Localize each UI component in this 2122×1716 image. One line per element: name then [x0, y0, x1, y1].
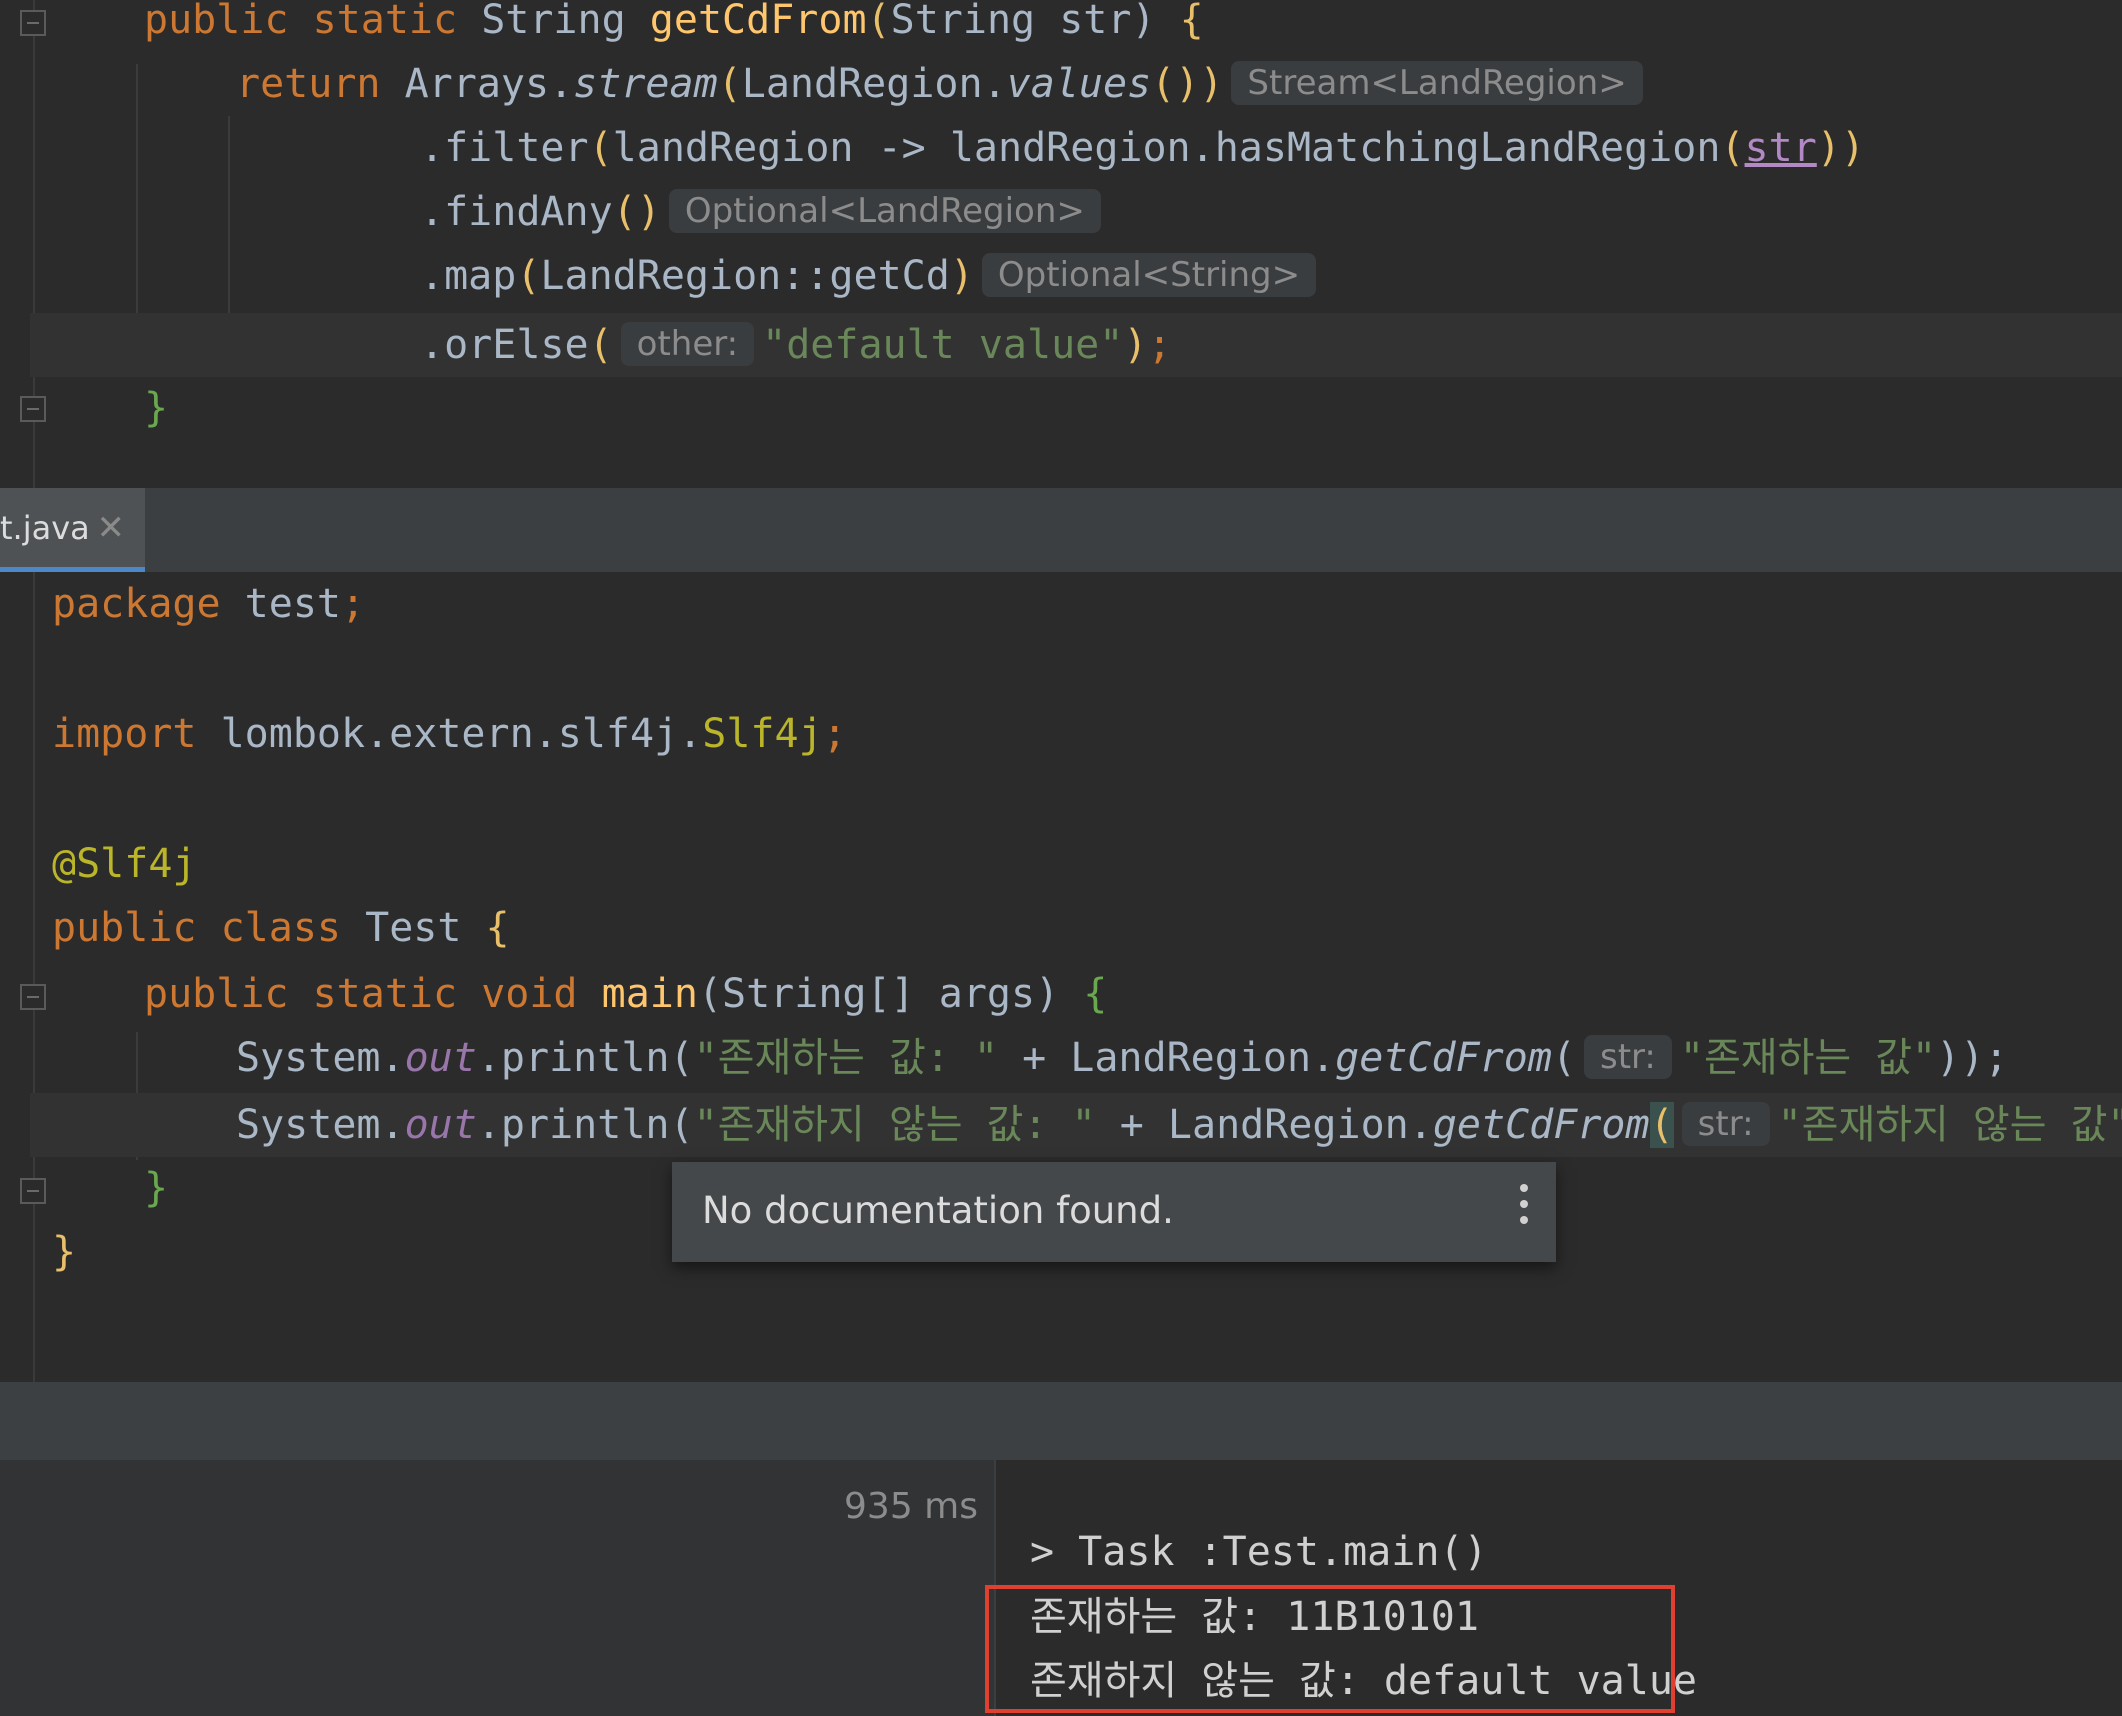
code-line-return[interactable]: return Arrays.stream(LandRegion.values()…: [236, 52, 1651, 116]
run-duration: 935 ms: [844, 1486, 978, 1527]
tab-label: t.java: [0, 509, 90, 547]
fold-marker-icon[interactable]: [20, 1178, 46, 1204]
code-line-close-brace: }: [144, 1165, 169, 1211]
close-icon[interactable]: ✕: [97, 488, 126, 568]
code-line-println-exists[interactable]: System.out.println("존재하는 값: " + LandRegi…: [236, 1026, 2008, 1090]
code-line-annotation[interactable]: @Slf4j: [52, 832, 197, 896]
inlay-hint-other: other:: [620, 322, 755, 366]
tab-test-java[interactable]: t.java ✕: [0, 488, 145, 572]
inlay-hint-str: str:: [1681, 1102, 1770, 1146]
popup-message: No documentation found.: [702, 1189, 1174, 1232]
run-toolbar-strip: [0, 1382, 2122, 1460]
console-task-line: > Task :Test.main(): [1030, 1529, 1488, 1575]
gutter-line: [33, 572, 35, 1382]
code-line-class[interactable]: public class Test {: [52, 896, 510, 960]
code-line-close-brace: }: [52, 1229, 77, 1275]
code-line-signature[interactable]: public static String getCdFrom(String st…: [144, 0, 1204, 52]
run-tree-pane[interactable]: 935 ms: [0, 1460, 996, 1716]
fold-marker-icon[interactable]: [20, 984, 46, 1010]
more-options-icon[interactable]: [1520, 1184, 1530, 1240]
code-line-import[interactable]: import lombok.extern.slf4j.Slf4j;: [52, 702, 847, 766]
editor-tab-bar: t.java ✕: [0, 488, 2122, 572]
highlight-box: [985, 1585, 1675, 1713]
inlay-hint-optional-landregion: Optional<LandRegion>: [668, 189, 1101, 233]
inlay-hint-str: str:: [1584, 1035, 1672, 1079]
code-line-close-brace: }: [144, 385, 169, 431]
code-line-package[interactable]: package test;: [52, 572, 365, 636]
documentation-popup[interactable]: No documentation found.: [672, 1162, 1556, 1262]
top-editor-pane[interactable]: public static String getCdFrom(String st…: [0, 0, 2122, 488]
code-line-filter[interactable]: .filter(landRegion -> landRegion.hasMatc…: [420, 116, 1865, 180]
code-line-findany[interactable]: .findAny() Optional<LandRegion>: [420, 180, 1109, 244]
inlay-hint-optional-string: Optional<String>: [981, 253, 1317, 297]
code-line-main[interactable]: public static void main(String[] args) {: [144, 962, 1107, 1026]
code-line-map[interactable]: .map(LandRegion::getCd) Optional<String>: [420, 244, 1324, 308]
code-line-orelse[interactable]: .orElse(other: "default value");: [420, 313, 1172, 377]
inlay-hint-stream: Stream<LandRegion>: [1231, 61, 1643, 105]
fold-marker-icon[interactable]: [20, 10, 46, 36]
code-line-println-not-exists[interactable]: System.out.println("존재하지 않는 값: " + LandR…: [236, 1093, 2122, 1157]
fold-marker-icon[interactable]: [20, 396, 46, 422]
